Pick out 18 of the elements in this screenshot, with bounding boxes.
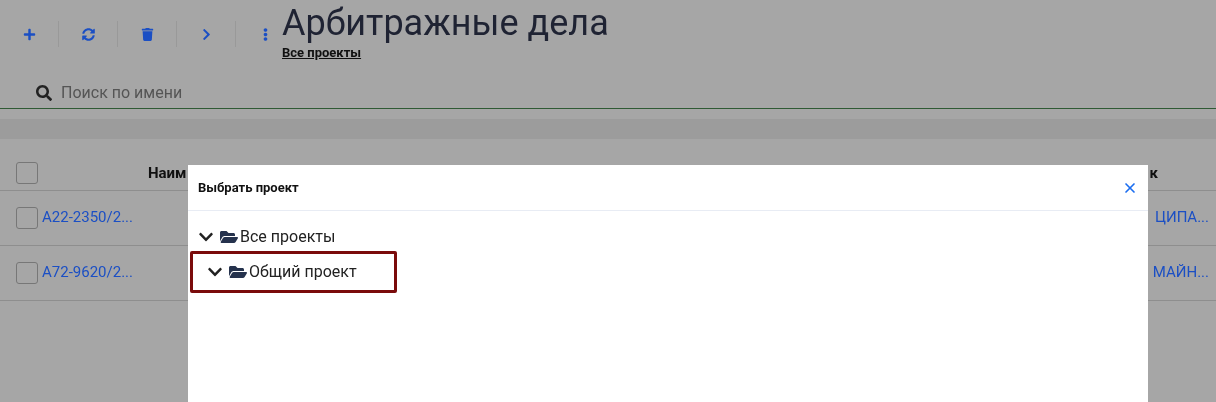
- page-title: Арбитражные дела: [282, 3, 609, 43]
- plus-icon: [22, 27, 36, 41]
- column-header: к: [1149, 162, 1158, 184]
- refresh-icon: [81, 27, 95, 41]
- tree-item-label[interactable]: Общий проект: [249, 260, 357, 284]
- breadcrumb-link[interactable]: Все проекты: [282, 43, 609, 63]
- folder-icon: [229, 264, 247, 280]
- select-all-checkbox[interactable]: [16, 162, 38, 184]
- folder-icon: [220, 229, 238, 245]
- search-field[interactable]: Поиск по имени: [61, 80, 361, 105]
- dialog-title: Выбрать проект: [198, 178, 299, 197]
- search-icon: [36, 84, 52, 101]
- row-checkbox[interactable]: [16, 261, 38, 284]
- tree-item-label[interactable]: Все проекты: [240, 225, 336, 249]
- row-checkbox[interactable]: [16, 206, 38, 229]
- trash-icon: [140, 27, 154, 41]
- highlighted-tree-item[interactable]: Общий проект: [190, 251, 397, 293]
- column-header: Наим: [148, 162, 187, 184]
